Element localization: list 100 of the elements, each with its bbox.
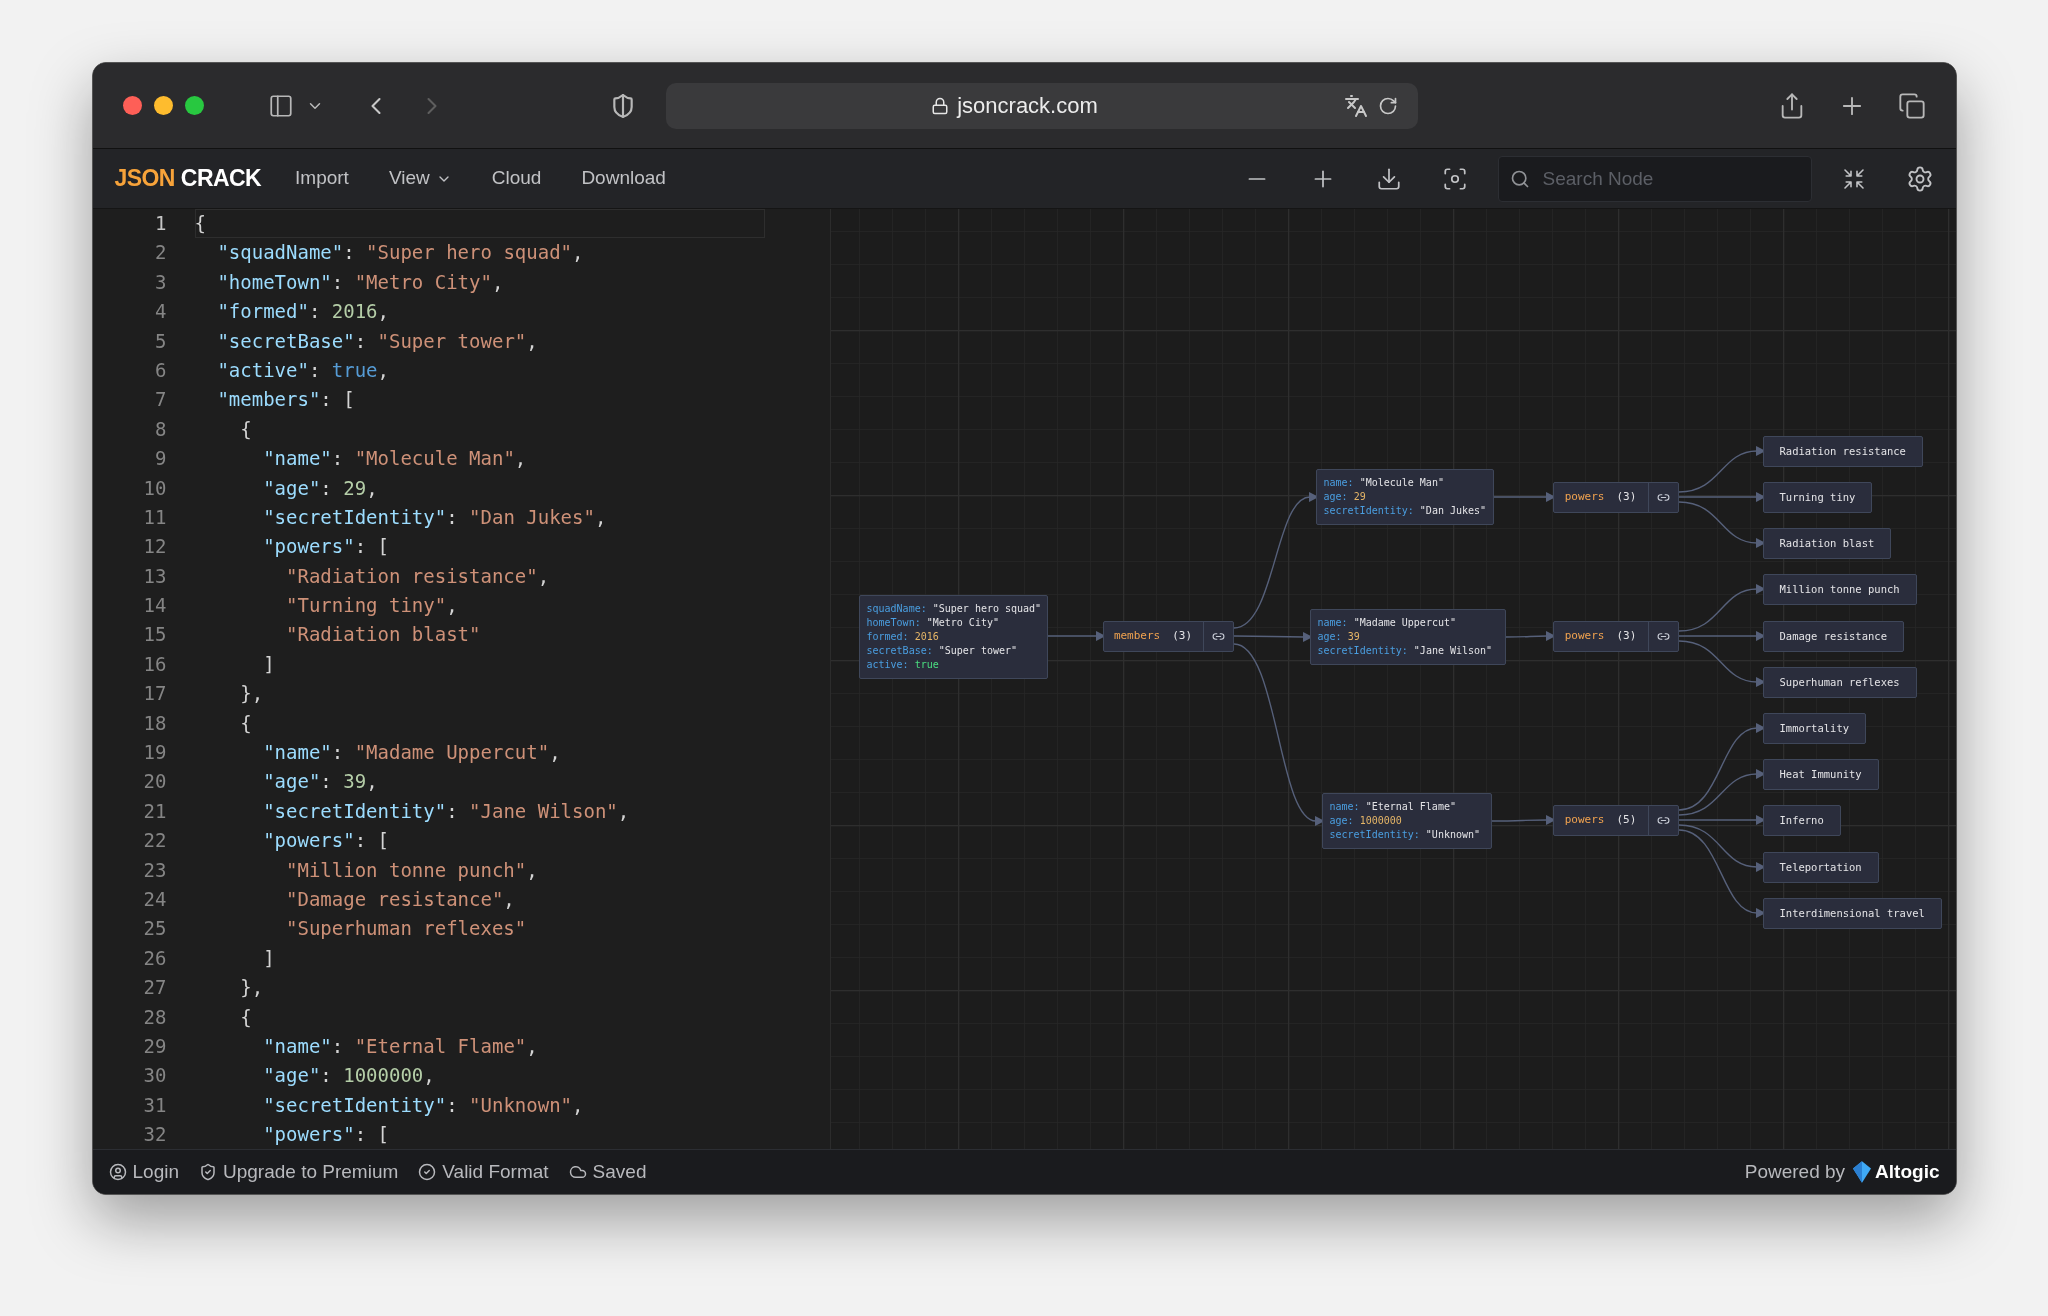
value-node[interactable]: Radiation resistance <box>1762 436 1923 467</box>
line-number: 5 <box>154 328 168 354</box>
value-node[interactable]: Superhuman reflexes <box>1762 667 1917 698</box>
node-field: formed: 2016 <box>866 630 1040 644</box>
code-line: "Radiation blast" <box>194 620 765 650</box>
code-line: "age": 39, <box>194 767 765 797</box>
object-node[interactable]: name: "Madame Uppercut" age: 39 secretIdentity: "Jane Wilson" <box>1309 609 1506 665</box>
valid-icon <box>418 1163 437 1181</box>
child-count: (5) <box>1616 812 1637 829</box>
saved-icon <box>568 1163 587 1181</box>
fullscreen-icon[interactable] <box>1841 166 1866 191</box>
node-field: homeTown: "Metro City" <box>866 616 1040 630</box>
code-line: "active": true, <box>194 355 765 386</box>
line-number: 2 <box>154 240 168 266</box>
node-field: age: 29 <box>1323 490 1486 504</box>
code-line: "name": "Madame Uppercut", <box>194 738 765 768</box>
link-icon[interactable] <box>1656 630 1670 643</box>
minimize-icon[interactable] <box>153 96 173 115</box>
menu-button[interactable]: View <box>388 164 452 193</box>
line-number: 7 <box>154 387 168 413</box>
line-number: 30 <box>142 1063 168 1089</box>
node-label: members <box>1113 628 1161 645</box>
line-number: 22 <box>142 828 168 854</box>
menu-button[interactable]: Download <box>581 164 666 193</box>
node-field: active: true <box>866 658 1040 672</box>
reload-icon[interactable] <box>1377 95 1398 116</box>
line-number: 6 <box>154 357 168 383</box>
value-node[interactable]: Turning tiny <box>1762 482 1873 513</box>
code-editor[interactable] <box>92 209 831 1149</box>
link-icon[interactable] <box>1656 491 1670 504</box>
line-number: 19 <box>142 740 168 766</box>
link-icon[interactable] <box>1656 814 1670 827</box>
search-icon <box>1509 168 1530 189</box>
edge-arrow <box>1490 815 1556 825</box>
code-line: }, <box>194 679 765 709</box>
focus-icon[interactable] <box>1441 165 1468 192</box>
array-node[interactable]: powers (5) <box>1552 805 1679 836</box>
line-number: 1 <box>154 211 168 236</box>
code-line: "secretBase": "Super tower", <box>194 326 765 356</box>
status-item[interactable]: Upgrade to Premium <box>199 1157 399 1187</box>
code-line: "Radiation resistance", <box>194 561 765 592</box>
line-number: 18 <box>142 710 168 736</box>
premium-icon <box>199 1163 217 1181</box>
code-line: "name": "Eternal Flame", <box>194 1031 765 1062</box>
app-logo[interactable]: JSON CRACK <box>114 161 262 196</box>
node-field: secretIdentity: "Dan Jukes" <box>1323 504 1486 518</box>
value-node[interactable]: Interdimensional travel <box>1762 898 1942 929</box>
code-line: "secretIdentity": "Dan Jukes", <box>194 502 765 533</box>
line-number: 29 <box>142 1033 168 1059</box>
array-node[interactable]: powers (3) <box>1552 621 1679 652</box>
line-number: 10 <box>142 475 168 501</box>
node-field: squadName: "Super hero squad" <box>866 602 1040 616</box>
translate-icon[interactable] <box>1343 93 1368 118</box>
value-node[interactable]: Teleportation <box>1762 852 1879 883</box>
node-field: secretIdentity: "Jane Wilson" <box>1317 644 1498 658</box>
address-bar[interactable]: jsoncrack.com <box>665 82 1418 129</box>
tabs-overview-icon[interactable] <box>1897 91 1926 120</box>
menu-button[interactable]: Import <box>295 164 349 193</box>
code-line: "Superhuman reflexes" <box>194 914 765 944</box>
code-line: "secretIdentity": "Unknown", <box>194 1090 765 1121</box>
line-number: 4 <box>154 299 168 325</box>
code-line: "Turning tiny", <box>194 591 765 621</box>
maximize-icon[interactable] <box>184 96 204 115</box>
search-field[interactable]: Search Node <box>1497 155 1812 202</box>
node-field: secretIdentity: "Unknown" <box>1329 828 1484 842</box>
node-field: age: 39 <box>1317 630 1498 644</box>
code-line: "secretIdentity": "Jane Wilson", <box>194 796 765 827</box>
value-node[interactable]: Radiation blast <box>1762 528 1892 559</box>
object-node[interactable]: squadName: "Super hero squad" homeTown: "Metro City" formed: 2016 secretBase: "Super tower" active: true <box>858 595 1048 679</box>
line-number: 3 <box>154 269 168 295</box>
value-node[interactable]: Heat Immunity <box>1762 759 1879 790</box>
value-node[interactable]: Immortality <box>1762 713 1867 744</box>
line-number: 32 <box>142 1122 168 1148</box>
node-label: powers <box>1564 489 1605 506</box>
value-node[interactable]: Inferno <box>1762 805 1841 836</box>
code-line: { <box>194 209 765 239</box>
edge-arrow <box>1046 631 1106 641</box>
line-number: 25 <box>142 916 168 942</box>
node-field: name: "Eternal Flame" <box>1329 800 1484 814</box>
close-icon[interactable] <box>122 96 142 115</box>
array-node[interactable]: powers (3) <box>1552 482 1679 513</box>
status-item[interactable]: Login <box>108 1157 179 1187</box>
brand-name[interactable]: Altogic <box>1875 1157 1940 1187</box>
code-line: "name": "Molecule Man", <box>194 444 765 474</box>
line-number: 27 <box>142 975 168 1001</box>
line-number: 11 <box>142 504 168 530</box>
link-icon[interactable] <box>1211 630 1225 643</box>
status-item[interactable]: Valid Format <box>418 1157 549 1187</box>
user-icon <box>108 1163 127 1181</box>
value-node[interactable]: Million tonne punch <box>1762 574 1917 605</box>
code-line: "age": 1000000, <box>194 1061 765 1091</box>
code-line: }, <box>194 973 765 1003</box>
array-node[interactable]: members (3) <box>1102 621 1234 652</box>
menu-button[interactable]: Cloud <box>491 164 542 193</box>
object-node[interactable]: name: "Eternal Flame" age: 1000000 secretIdentity: "Unknown" <box>1321 793 1492 849</box>
line-number: 16 <box>142 651 168 677</box>
status-item[interactable]: Saved <box>568 1157 647 1187</box>
value-node[interactable]: Damage resistance <box>1762 621 1904 652</box>
child-count: (3) <box>1616 628 1637 645</box>
object-node[interactable]: name: "Molecule Man" age: 29 secretIdentity: "Dan Jukes" <box>1315 469 1494 525</box>
